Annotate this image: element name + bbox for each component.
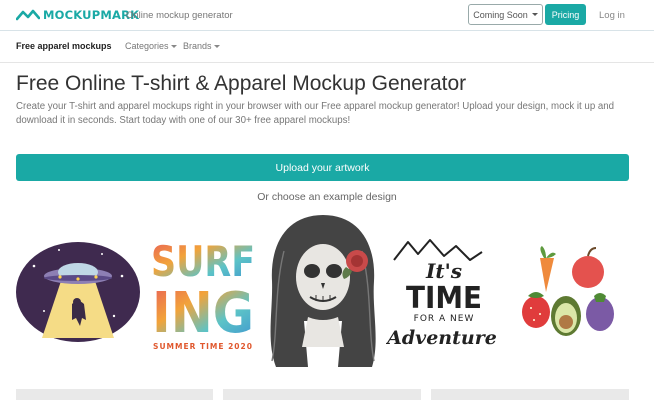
top-navbar: MOCKUPMARK Online mockup generator Comin… bbox=[0, 0, 654, 31]
coming-soon-label: Coming Soon bbox=[473, 9, 528, 20]
caret-down-icon bbox=[531, 13, 538, 16]
mockup-card[interactable] bbox=[431, 389, 629, 400]
login-link[interactable]: Log in bbox=[599, 10, 625, 21]
page-description: Create your T-shirt and apparel mockups … bbox=[16, 101, 615, 126]
logo-zigzag-icon bbox=[16, 9, 40, 21]
upload-artwork-button[interactable]: Upload your artwork bbox=[16, 154, 629, 181]
page-title: Free Online T-shirt & Apparel Mockup Gen… bbox=[16, 72, 467, 95]
caret-down-icon bbox=[213, 45, 220, 49]
mockup-card[interactable] bbox=[16, 389, 213, 400]
coming-soon-dropdown[interactable]: Coming Soon bbox=[468, 4, 543, 25]
subnav-brands[interactable]: Brands bbox=[183, 41, 220, 51]
example-design-veggies[interactable] bbox=[516, 244, 624, 344]
pricing-button[interactable]: Pricing bbox=[545, 4, 586, 25]
surfing-caption: SUMMER TIME 2020 bbox=[153, 342, 253, 351]
subnav-categories[interactable]: Categories bbox=[125, 41, 177, 51]
choose-example-label: Or choose an example design bbox=[257, 191, 397, 203]
mockup-card[interactable] bbox=[223, 389, 421, 400]
example-design-adventure[interactable]: It's TIME FOR A NEW Adventure bbox=[386, 234, 496, 352]
surfing-word2: ING bbox=[152, 281, 254, 346]
adventure-line4: Adventure bbox=[386, 327, 496, 349]
pricing-label: Pricing bbox=[551, 9, 580, 20]
adventure-line1: It's bbox=[425, 259, 462, 283]
surfing-word1: SURF bbox=[151, 237, 255, 286]
caret-down-icon bbox=[170, 45, 177, 49]
logo[interactable]: MOCKUPMARK bbox=[16, 8, 139, 22]
adventure-line2: TIME bbox=[406, 281, 482, 316]
example-design-skull-girl[interactable] bbox=[264, 211, 382, 371]
adventure-line3: FOR A NEW bbox=[414, 314, 475, 324]
sub-navbar: Free apparel mockups Categories Brands bbox=[0, 31, 654, 63]
example-design-ufo[interactable] bbox=[14, 236, 142, 344]
tagline: Online mockup generator bbox=[126, 10, 233, 21]
categories-label: Categories bbox=[125, 41, 169, 51]
upload-label: Upload your artwork bbox=[275, 161, 370, 174]
subnav-free-apparel[interactable]: Free apparel mockups bbox=[16, 41, 112, 51]
brands-label: Brands bbox=[183, 41, 212, 51]
example-design-surfing[interactable]: SURF ING SUMMER TIME 2020 bbox=[148, 234, 258, 352]
brand-name: MOCKUPMARK bbox=[43, 8, 140, 22]
